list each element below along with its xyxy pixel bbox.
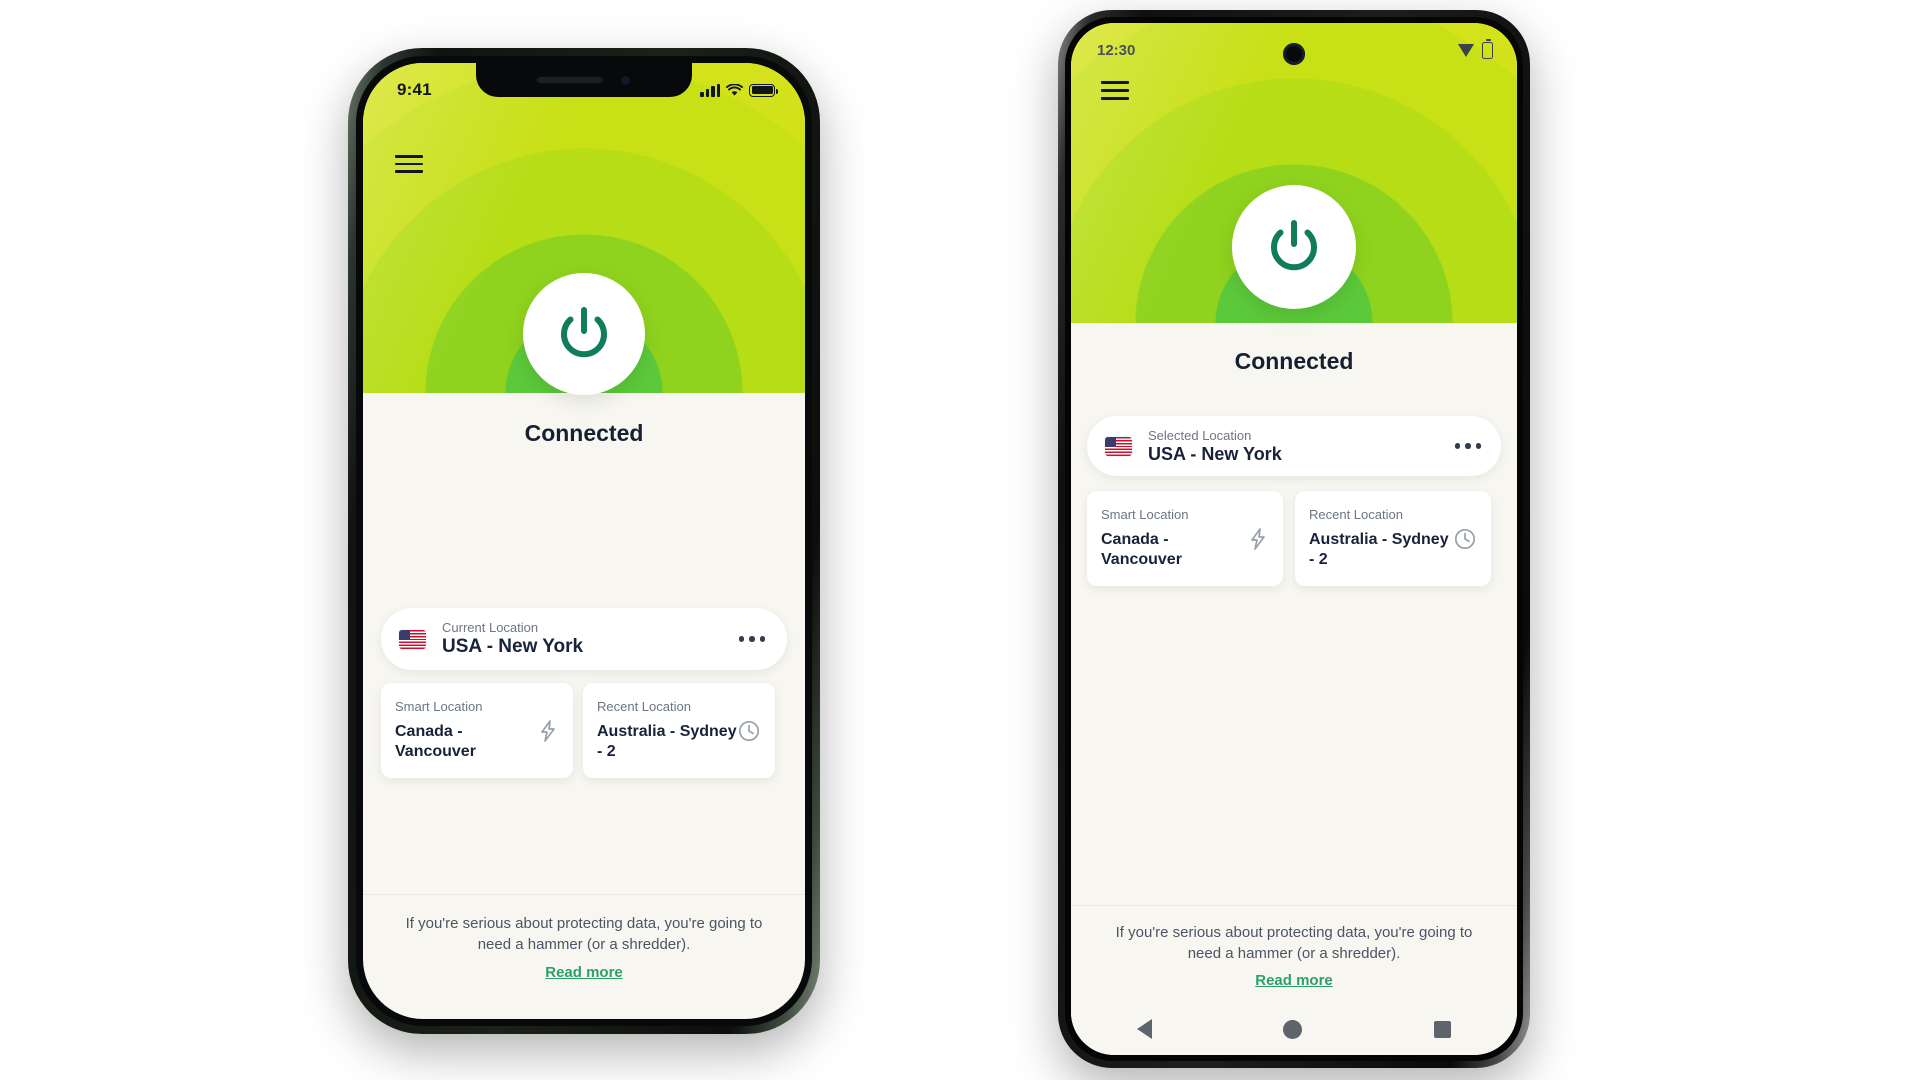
power-glyph: [561, 307, 607, 358]
smart-location-caption: Smart Location: [395, 699, 483, 714]
recent-location-value: Australia - Sydney - 2: [1309, 531, 1449, 568]
usa-flag-icon: [1105, 436, 1132, 456]
android-navigation-bar: [1071, 1003, 1517, 1055]
smart-location-text: Smart Location Canada - Vancouver: [1101, 507, 1247, 570]
iphone-bezel: 9:41 Connected Current Location USA - Ne…: [356, 56, 812, 1026]
clock-icon: [1453, 527, 1477, 551]
more-options-icon[interactable]: [1454, 443, 1481, 449]
selected-location-text: Selected Location USA - New York: [1148, 428, 1282, 465]
lightning-bolt-icon: [1247, 527, 1269, 551]
status-icons: [1458, 38, 1493, 59]
screenshot-stage: 9:41 Connected Current Location USA - Ne…: [0, 0, 1920, 1080]
iphone-device-mockup: 9:41 Connected Current Location USA - Ne…: [348, 48, 820, 1034]
iphone-footer: If you're serious about protecting data,…: [363, 893, 805, 981]
iphone-screen: 9:41 Connected Current Location USA - Ne…: [363, 63, 805, 1019]
wifi-icon: [1458, 43, 1474, 57]
earpiece-speaker-icon: [536, 77, 603, 83]
smart-location-value: Canada - Vancouver: [395, 723, 476, 760]
read-more-link[interactable]: Read more: [1071, 972, 1517, 989]
footer-quote: If you're serious about protecting data,…: [405, 914, 763, 954]
cellular-signal-icon: [700, 83, 720, 97]
connection-status-label: Connected: [1234, 348, 1354, 374]
smart-location-card[interactable]: Smart Location Canada - Vancouver: [381, 683, 573, 778]
selected-location-card[interactable]: Selected Location USA - New York: [1087, 416, 1501, 476]
hamburger-menu-icon[interactable]: [1101, 81, 1129, 100]
status-time: 12:30: [1097, 41, 1136, 59]
current-location-caption: Current Location: [442, 620, 539, 635]
recent-location-card[interactable]: Recent Location Australia - Sydney - 2: [1295, 491, 1491, 586]
current-location-text: Current Location USA - New York: [442, 620, 583, 658]
power-button-icon[interactable]: [1232, 185, 1356, 309]
clock-icon: [737, 719, 761, 743]
lightning-bolt-icon: [537, 719, 559, 743]
footer-quote: If you're serious about protecting data,…: [1115, 923, 1473, 963]
smart-location-text: Smart Location Canada - Vancouver: [395, 699, 537, 762]
power-glyph: [1271, 220, 1317, 271]
smart-location-value: Canada - Vancouver: [1101, 531, 1182, 568]
recent-location-caption: Recent Location: [1309, 507, 1403, 522]
smart-location-card[interactable]: Smart Location Canada - Vancouver: [1087, 491, 1283, 586]
smart-location-caption: Smart Location: [1101, 507, 1189, 522]
usa-flag-icon: [399, 629, 426, 649]
front-camera-icon: [1283, 43, 1305, 65]
android-device-mockup: 12:30 Connected Selected Location USA - …: [1058, 10, 1530, 1068]
selected-location-caption: Selected Location: [1148, 427, 1252, 443]
read-more-link[interactable]: Read more: [363, 964, 805, 981]
front-camera-icon: [618, 73, 632, 87]
recent-location-text: Recent Location Australia - Sydney - 2: [1309, 507, 1453, 570]
selected-location-value: USA - New York: [1148, 443, 1282, 464]
battery-icon: [1482, 38, 1493, 59]
connection-status-label: Connected: [524, 420, 644, 446]
recent-location-value: Australia - Sydney - 2: [597, 723, 737, 760]
status-icons: [700, 83, 778, 97]
status-time: 9:41: [397, 80, 432, 99]
current-location-value: USA - New York: [442, 636, 584, 657]
wifi-icon: [726, 83, 743, 96]
android-screen: 12:30 Connected Selected Location USA - …: [1071, 23, 1517, 1055]
recent-location-caption: Recent Location: [597, 699, 691, 714]
more-options-icon[interactable]: [738, 636, 765, 642]
nav-back-icon[interactable]: [1136, 1019, 1152, 1039]
battery-icon: [749, 83, 778, 97]
recent-location-text: Recent Location Australia - Sydney - 2: [597, 699, 737, 762]
hamburger-menu-icon[interactable]: [395, 155, 423, 173]
nav-home-icon[interactable]: [1283, 1019, 1303, 1039]
android-bezel: 12:30 Connected Selected Location USA - …: [1065, 17, 1523, 1061]
nav-recents-icon[interactable]: [1434, 1020, 1452, 1038]
recent-location-card[interactable]: Recent Location Australia - Sydney - 2: [583, 683, 775, 778]
android-footer: If you're serious about protecting data,…: [1071, 904, 1517, 1004]
iphone-notch: [476, 63, 692, 97]
power-button-icon[interactable]: [523, 273, 645, 395]
current-location-card[interactable]: Current Location USA - New York: [381, 608, 787, 670]
